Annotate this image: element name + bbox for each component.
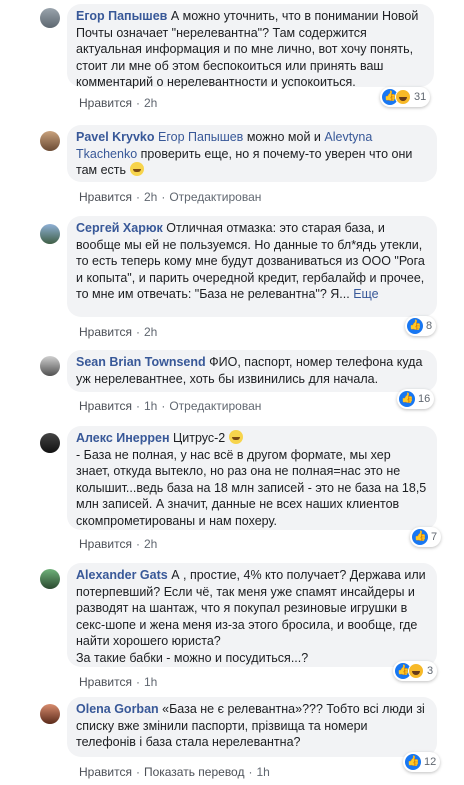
reaction-count: 8 [426,319,433,332]
avatar[interactable] [40,569,60,589]
reaction-count: 3 [427,664,434,677]
avatar[interactable] [40,356,60,376]
comment-bubble: Alexander Gats А , простие, 4% кто получ… [67,563,437,667]
grin-emoji [129,162,144,176]
timestamp[interactable]: 1h [256,765,269,779]
comment-actions: Нравится · 1h [79,675,158,689]
comment-author[interactable]: Алекс Инеррен [76,431,170,445]
timestamp[interactable]: 2h [144,96,157,110]
avatar[interactable] [40,131,60,151]
comment-text: - База не полная, у нас всё в другом фор… [76,447,427,528]
like-link[interactable]: Нравится [79,190,132,204]
like-icon [412,529,428,545]
comment-actions: Нравится · Показать перевод · 1h [79,765,270,779]
reaction-count: 31 [414,90,427,103]
comment-actions: Нравится · 2h [79,325,158,339]
avatar[interactable] [40,433,60,453]
haha-icon [408,663,424,679]
reactions-summary[interactable]: 12 [403,752,441,772]
avatar[interactable] [40,224,60,244]
timestamp[interactable]: 2h [144,190,157,204]
show-translation-link[interactable]: Показать перевод [144,765,245,779]
comment-bubble: Pavel Kryvko Егор Папышев можно мой и Al… [67,125,437,182]
like-link[interactable]: Нравится [79,675,132,689]
comment-text: Цитрус-2 [173,431,226,445]
comment-bubble: Sean Brian Townsend ФИО, паспорт, номер … [67,350,437,392]
reaction-count: 16 [418,392,431,405]
smile-emoji [228,430,243,444]
like-icon [405,754,421,770]
comment-author[interactable]: Pavel Kryvko [76,130,155,144]
reactions-summary[interactable]: 7 [410,527,442,547]
like-link[interactable]: Нравится [79,537,132,551]
like-link[interactable]: Нравится [79,765,132,779]
comment-text: За такие бабки - можно и посудиться...? [76,650,309,665]
comment-bubble: Егор Папышев А можно уточнить, что в пон… [67,4,434,89]
mention[interactable]: Егор Папышев [158,130,243,144]
reactions-summary[interactable]: 8 [405,316,437,336]
haha-icon [395,89,411,105]
like-link[interactable]: Нравится [79,96,132,110]
like-icon [399,391,415,407]
reactions-summary[interactable]: 16 [397,389,435,409]
reactions-summary[interactable]: 3 [393,661,438,681]
comment-author[interactable]: Сергей Харюк [76,221,163,235]
comment-actions: Нравится · 2h · Отредактирован [79,190,262,204]
comment-bubble: Алекс Инеррен Цитрус-2 - База не полная,… [67,426,437,530]
comment-text: можно мой и [246,130,321,144]
comment-author[interactable]: Sean Brian Townsend [76,355,206,369]
edited-label[interactable]: Отредактирован [169,190,261,204]
reaction-count: 7 [431,530,438,543]
timestamp[interactable]: 2h [144,537,157,551]
comment-actions: Нравится · 2h [79,537,158,551]
comment-author[interactable]: Olena Gorban [76,702,159,716]
comment-author[interactable]: Alexander Gats [76,568,168,582]
like-icon [407,318,423,334]
comment-author[interactable]: Егор Папышев [76,9,167,23]
comment-actions: Нравится · 2h [79,96,158,110]
comment-bubble: Сергей Харюк Отличная отмазка: это стара… [67,216,437,317]
reaction-count: 12 [424,755,437,768]
timestamp[interactable]: 1h [144,675,157,689]
avatar[interactable] [40,8,60,28]
comment-bubble: Olena Gorban «База не є релевантна»??? Т… [67,697,437,757]
see-more-link[interactable]: Еще [353,287,378,301]
timestamp[interactable]: 1h [144,399,157,413]
comment-actions: Нравится · 1h · Отредактирован [79,399,262,413]
like-link[interactable]: Нравится [79,399,132,413]
like-link[interactable]: Нравится [79,325,132,339]
timestamp[interactable]: 2h [144,325,157,339]
reactions-summary[interactable]: 31 [380,87,431,107]
edited-label[interactable]: Отредактирован [169,399,261,413]
avatar[interactable] [40,704,60,724]
